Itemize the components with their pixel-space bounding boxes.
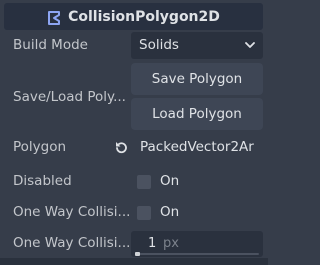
- build-mode-label: Build Mode: [13, 37, 88, 53]
- save-load-label: Save/Load Poly...: [13, 89, 126, 105]
- margin-value: 1: [148, 236, 157, 251]
- one-way-collision-checkbox[interactable]: [137, 206, 151, 220]
- node-type-title: CollisionPolygon2D: [68, 8, 220, 25]
- inspector-bottom-edge: [0, 258, 268, 265]
- polygon-value-button[interactable]: PackedVector2Ar: [140, 139, 268, 155]
- build-mode-value: Solids: [139, 37, 179, 53]
- property-save-load: Save/Load Poly... Save Polygon Load Poly…: [0, 62, 268, 130]
- load-polygon-button[interactable]: Load Polygon: [131, 98, 263, 130]
- one-way-collision-label: One Way Collisi...: [13, 204, 131, 220]
- property-disabled: Disabled On: [0, 168, 268, 195]
- revert-icon[interactable]: [114, 141, 128, 155]
- inspector-header: CollisionPolygon2D: [4, 3, 263, 30]
- one-way-collision-margin-spinbox[interactable]: 1 px: [131, 231, 263, 257]
- property-polygon: Polygon PackedVector2Ar: [0, 134, 268, 161]
- disabled-label: Disabled: [13, 173, 72, 189]
- property-build-mode: Build Mode Solids: [0, 32, 268, 59]
- margin-slider-track[interactable]: [135, 253, 259, 255]
- one-way-collision-checkbox-label[interactable]: On: [160, 204, 179, 220]
- one-way-collision-margin-label: One Way Collisi...: [13, 235, 131, 251]
- disabled-checkbox-label[interactable]: On: [160, 173, 179, 189]
- property-one-way-collision: One Way Collisi... On: [0, 199, 268, 226]
- save-polygon-button[interactable]: Save Polygon: [131, 63, 263, 95]
- inspector-panel: CollisionPolygon2D Build Mode Solids Sav…: [0, 0, 268, 265]
- margin-unit: px: [163, 236, 179, 251]
- property-one-way-collision-margin: One Way Collisi... 1 px: [0, 230, 268, 257]
- disabled-checkbox[interactable]: [137, 175, 151, 189]
- margin-slider-thumb[interactable]: [135, 252, 140, 256]
- collision-polygon-icon: [47, 10, 61, 25]
- chevron-down-icon: [245, 42, 255, 48]
- build-mode-select[interactable]: Solids: [131, 32, 263, 59]
